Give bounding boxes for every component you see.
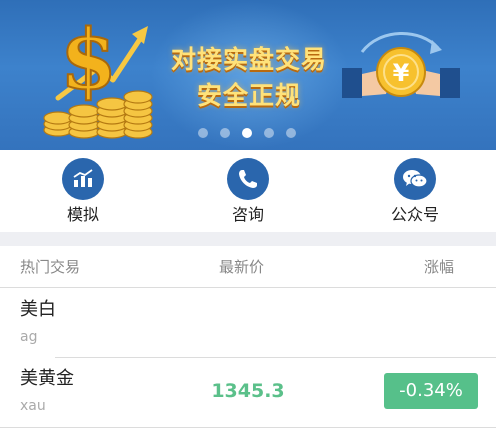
carousel-dot[interactable] bbox=[198, 128, 208, 138]
nav-item-simulate[interactable]: 模拟 bbox=[38, 158, 128, 225]
carousel-dot-active[interactable] bbox=[242, 128, 252, 138]
header-price: 最新价 bbox=[219, 258, 265, 276]
row-code: ag bbox=[20, 329, 38, 345]
row-code: xau bbox=[20, 398, 46, 414]
carousel-dot[interactable] bbox=[264, 128, 274, 138]
change-badge[interactable]: -0.34% bbox=[384, 373, 478, 409]
section-divider bbox=[0, 232, 496, 246]
hand-coin-exchange-icon: ¥ bbox=[342, 32, 460, 98]
carousel-dot[interactable] bbox=[286, 128, 296, 138]
nav-item-label: 咨询 bbox=[231, 205, 264, 224]
row-name: 美白 bbox=[20, 299, 56, 320]
nav-item-consult[interactable]: 咨询 bbox=[203, 158, 293, 225]
table-row[interactable]: 美白 ag bbox=[0, 289, 496, 359]
phone-icon bbox=[227, 158, 269, 200]
wechat-icon bbox=[394, 158, 436, 200]
table-row[interactable]: 美黄金 xau 1345.3 -0.34% bbox=[0, 358, 496, 428]
svg-text:$: $ bbox=[60, 12, 117, 108]
nav-item-label: 公众号 bbox=[390, 205, 439, 224]
svg-text:¥: ¥ bbox=[393, 59, 410, 87]
carousel-dot[interactable] bbox=[220, 128, 230, 138]
row-price: 1345.3 bbox=[211, 380, 285, 402]
nav-item-label: 模拟 bbox=[66, 205, 99, 224]
dollar-coins-icon: $ bbox=[43, 11, 153, 139]
table-header: 热门交易 最新价 涨幅 bbox=[0, 246, 496, 288]
header-name: 热门交易 bbox=[20, 258, 81, 276]
header-change: 涨幅 bbox=[424, 258, 455, 276]
carousel-indicator bbox=[198, 128, 296, 138]
chart-icon bbox=[62, 158, 104, 200]
banner-headline-line2: 安全正规 bbox=[196, 81, 301, 110]
banner-headline-line1: 对接实盘交易 bbox=[170, 45, 327, 74]
banner-carousel[interactable]: $ 对接实盘交易 安全正规 ¥ bbox=[0, 0, 496, 150]
row-divider bbox=[0, 427, 496, 428]
quick-nav: 模拟 咨询 公众号 bbox=[0, 150, 496, 232]
nav-item-official-account[interactable]: 公众号 bbox=[370, 158, 460, 225]
row-name: 美黄金 bbox=[20, 368, 74, 389]
